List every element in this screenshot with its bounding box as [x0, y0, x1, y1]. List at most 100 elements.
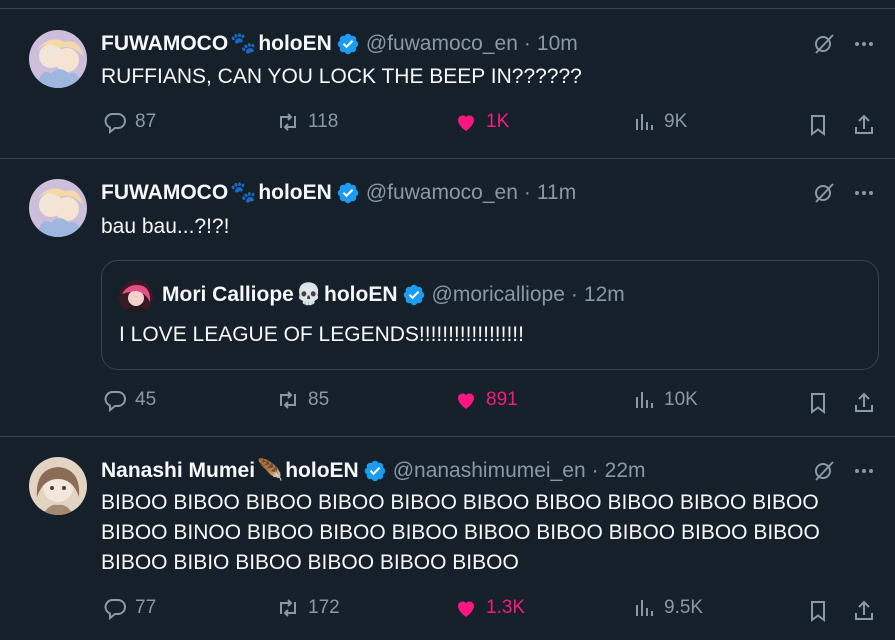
grok-icon[interactable]: [812, 459, 836, 483]
bookmark-icon[interactable]: [806, 599, 830, 623]
avatar[interactable]: [29, 457, 87, 515]
skull-emoji-icon: 💀: [295, 283, 323, 306]
separator-dot: ·: [523, 181, 531, 204]
view-count: 10K: [664, 389, 698, 410]
separator-dot: ·: [591, 459, 599, 482]
retweet-count: 85: [308, 389, 330, 410]
quote-header: Mori Calliope 💀 holoEN @moricalliope · 1…: [162, 283, 625, 307]
views-button[interactable]: 9.5K: [632, 596, 703, 620]
retweet-icon: [280, 391, 296, 409]
reply-button[interactable]: 87: [103, 110, 156, 134]
verified-badge-icon[interactable]: [336, 181, 360, 205]
bookmark-icon[interactable]: [806, 391, 830, 415]
handle[interactable]: @fuwamoco_en: [366, 181, 518, 205]
tweet-text-line: BIBOO BINOO BIBOO BIBOO BIBOO BIBOO BIBO…: [101, 521, 820, 544]
view-count: 9K: [664, 111, 688, 132]
grok-icon[interactable]: [812, 181, 836, 205]
display-name[interactable]: Nanashi Mumei: [101, 459, 255, 483]
reply-count: 77: [135, 597, 157, 618]
reply-icon: [104, 599, 126, 620]
avatar-image: [29, 457, 87, 515]
quote-avatar[interactable]: [119, 280, 153, 314]
reply-button[interactable]: 77: [103, 596, 156, 620]
retweet-icon: [280, 113, 296, 131]
reply-count: 87: [135, 111, 157, 132]
tweet-3[interactable]: Nanashi Mumei 🪶 holoEN @nanashimumei_en …: [0, 437, 895, 640]
action-bar: 87 118 1K 9K: [0, 110, 895, 140]
retweet-button[interactable]: 172: [276, 596, 340, 620]
display-name-suffix[interactable]: holoEN: [258, 32, 332, 56]
views-chart-icon: [636, 600, 653, 616]
more-options-icon[interactable]: [852, 181, 876, 205]
display-name-suffix[interactable]: holoEN: [285, 459, 359, 483]
quote-timestamp[interactable]: 12m: [584, 283, 625, 307]
tweet-text: RUFFIANS, CAN YOU LOCK THE BEEP IN??????: [101, 65, 582, 88]
reply-icon: [104, 113, 126, 134]
like-count: 891: [486, 389, 518, 410]
like-button[interactable]: 1K: [454, 110, 509, 134]
reply-icon: [104, 391, 126, 412]
like-button[interactable]: 1.3K: [454, 596, 525, 620]
views-button[interactable]: 10K: [632, 388, 698, 412]
handle[interactable]: @fuwamoco_en: [366, 32, 518, 56]
grok-icon[interactable]: [812, 32, 836, 56]
avatar[interactable]: [29, 179, 87, 237]
paw-emoji-icon: 🐾: [230, 32, 257, 55]
verified-badge-icon[interactable]: [336, 32, 360, 56]
tweet-header: FUWAMOCO 🐾 holoEN @fuwamoco_en · 10m: [101, 30, 578, 58]
quote-text: I LOVE LEAGUE OF LEGENDS!!!!!!!!!!!!!!!!…: [119, 323, 524, 346]
share-icon[interactable]: [852, 599, 876, 623]
more-options-icon[interactable]: [852, 32, 876, 56]
retweet-count: 118: [308, 111, 339, 132]
display-name-suffix[interactable]: holoEN: [258, 181, 332, 205]
avatar-image: [29, 30, 87, 88]
like-count: 1K: [486, 111, 510, 132]
bookmark-icon[interactable]: [806, 113, 830, 137]
more-options-icon[interactable]: [852, 459, 876, 483]
heart-filled-icon: [458, 115, 474, 131]
tweet-header: FUWAMOCO 🐾 holoEN @fuwamoco_en · 11m: [101, 179, 576, 207]
retweet-button[interactable]: 85: [276, 388, 329, 412]
action-bar: 77 172 1.3K 9.5K: [0, 596, 895, 626]
feather-emoji-icon: 🪶: [257, 459, 284, 482]
retweet-button[interactable]: 118: [276, 110, 338, 134]
avatar-image: [119, 280, 153, 314]
handle[interactable]: @nanashimumei_en: [393, 459, 586, 483]
timestamp[interactable]: 10m: [537, 32, 578, 56]
reply-button[interactable]: 45: [103, 388, 156, 412]
tweet-text: bau bau...?!?!: [101, 215, 230, 238]
timestamp[interactable]: 11m: [537, 181, 576, 205]
tweet-text: BIBOO BIBOO BIBOO BIBOO BIBOO BIBOO BIBO…: [101, 488, 861, 578]
tweet-header: Nanashi Mumei 🪶 holoEN @nanashimumei_en …: [101, 457, 646, 485]
action-bar: 45 85 891 10K: [0, 388, 895, 418]
heart-filled-icon: [458, 393, 474, 409]
view-count: 9.5K: [664, 597, 704, 618]
tweet-2[interactable]: FUWAMOCO 🐾 holoEN @fuwamoco_en · 11m bau…: [0, 159, 895, 437]
separator-dot: ·: [523, 32, 531, 55]
avatar[interactable]: [29, 30, 87, 88]
tweet-1[interactable]: FUWAMOCO 🐾 holoEN @fuwamoco_en · 10m RUF…: [0, 0, 895, 159]
heart-filled-icon: [458, 601, 474, 617]
reply-count: 45: [135, 389, 157, 410]
views-button[interactable]: 9K: [632, 110, 687, 134]
display-name[interactable]: FUWAMOCO: [101, 32, 228, 56]
retweet-icon: [280, 599, 296, 617]
tweet-text-line: BIBOO BIBOO BIBOO BIBOO BIBOO BIBOO BIBO…: [101, 491, 819, 514]
share-icon[interactable]: [852, 391, 876, 415]
avatar-image: [29, 179, 87, 237]
timestamp[interactable]: 22m: [605, 459, 646, 483]
tweet-text-line: BIBOO BIBIO BIBOO BIBOO BIBOO BIBOO: [101, 551, 519, 574]
verified-badge-icon[interactable]: [363, 459, 387, 483]
share-icon[interactable]: [852, 113, 876, 137]
separator-dot: ·: [570, 283, 578, 306]
verified-badge-icon[interactable]: [402, 283, 426, 307]
display-name[interactable]: FUWAMOCO: [101, 181, 228, 205]
views-chart-icon: [636, 392, 653, 408]
quote-display-name-suffix[interactable]: holoEN: [324, 283, 398, 307]
quote-display-name[interactable]: Mori Calliope: [162, 283, 294, 307]
retweet-count: 172: [308, 597, 340, 618]
quote-handle[interactable]: @moricalliope: [432, 283, 565, 307]
quoted-tweet[interactable]: Mori Calliope 💀 holoEN @moricalliope · 1…: [101, 260, 879, 370]
like-button[interactable]: 891: [454, 388, 518, 412]
views-chart-icon: [636, 114, 653, 130]
